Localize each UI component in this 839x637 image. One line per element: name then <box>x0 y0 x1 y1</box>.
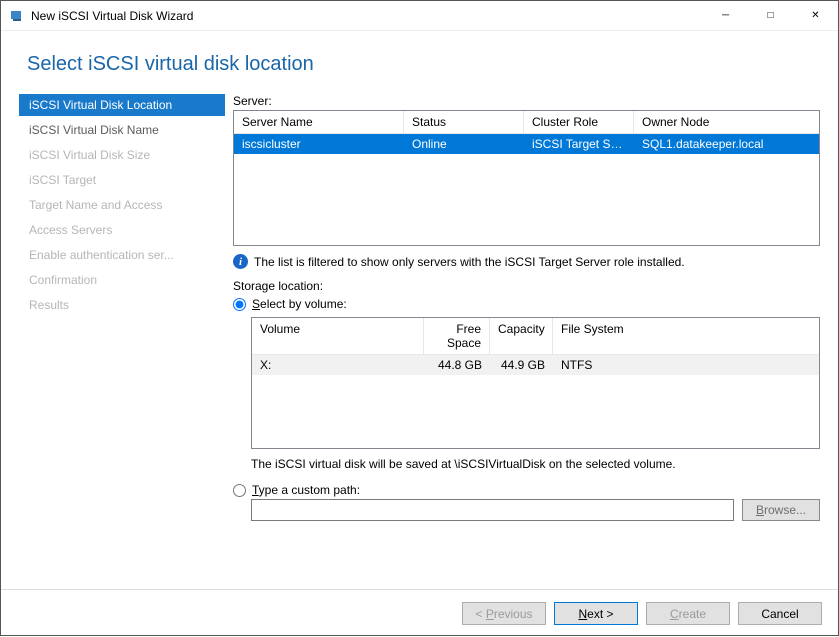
volume-table-header: Volume Free Space Capacity File System <box>252 318 819 355</box>
window-title: New iSCSI Virtual Disk Wizard <box>31 9 703 23</box>
save-path-note: The iSCSI virtual disk will be saved at … <box>251 457 820 471</box>
previous-button: < Previous <box>462 602 546 625</box>
nav-step-confirm: Confirmation <box>19 269 225 291</box>
col-cluster-role[interactable]: Cluster Role <box>524 111 634 133</box>
server-table[interactable]: Server Name Status Cluster Role Owner No… <box>233 110 820 246</box>
col-filesystem[interactable]: File System <box>553 318 819 354</box>
minimize-button[interactable]: ─ <box>703 1 748 30</box>
nav-step-target: iSCSI Target <box>19 169 225 191</box>
page-title: Select iSCSI virtual disk location <box>1 31 838 84</box>
col-freespace[interactable]: Free Space <box>424 318 490 354</box>
window-controls: ─ □ ✕ <box>703 1 838 30</box>
col-volume[interactable]: Volume <box>252 318 424 354</box>
cell-freespace: 44.8 GB <box>424 355 490 375</box>
volume-row[interactable]: X: 44.8 GB 44.9 GB NTFS <box>252 355 819 375</box>
cell-owner-node: SQL1.datakeeper.local <box>634 134 819 154</box>
radio-custom-path-label: Type a custom path: <box>252 483 360 497</box>
radio-select-by-volume-label: Select by volume: <box>252 297 347 311</box>
info-icon: i <box>233 254 248 269</box>
close-button[interactable]: ✕ <box>793 1 838 30</box>
cell-filesystem: NTFS <box>553 355 819 375</box>
wizard-nav: iSCSI Virtual Disk Location iSCSI Virtua… <box>19 94 225 589</box>
wizard-footer: < Previous Next > Create Cancel <box>1 589 838 637</box>
storage-location-label: Storage location: <box>233 279 820 293</box>
browse-button[interactable]: Browse... <box>742 499 820 521</box>
nav-step-location[interactable]: iSCSI Virtual Disk Location <box>19 94 225 116</box>
radio-custom-path[interactable]: Type a custom path: <box>233 483 820 497</box>
nav-step-targetname: Target Name and Access <box>19 194 225 216</box>
col-owner-node[interactable]: Owner Node <box>634 111 819 133</box>
custom-path-input[interactable] <box>251 499 734 521</box>
col-capacity[interactable]: Capacity <box>490 318 553 354</box>
nav-step-name[interactable]: iSCSI Virtual Disk Name <box>19 119 225 141</box>
create-button: Create <box>646 602 730 625</box>
next-button[interactable]: Next > <box>554 602 638 625</box>
nav-step-size: iSCSI Virtual Disk Size <box>19 144 225 166</box>
radio-select-by-volume[interactable]: Select by volume: <box>233 297 820 311</box>
nav-step-auth: Enable authentication ser... <box>19 244 225 266</box>
col-status[interactable]: Status <box>404 111 524 133</box>
cell-capacity: 44.9 GB <box>490 355 553 375</box>
cell-status: Online <box>404 134 524 154</box>
info-line: i The list is filtered to show only serv… <box>233 254 820 269</box>
col-server-name[interactable]: Server Name <box>234 111 404 133</box>
cell-server-name: iscsicluster <box>234 134 404 154</box>
nav-step-results: Results <box>19 294 225 316</box>
nav-step-access: Access Servers <box>19 219 225 241</box>
maximize-button[interactable]: □ <box>748 1 793 30</box>
server-row[interactable]: iscsicluster Online iSCSI Target Se... S… <box>234 134 819 154</box>
cancel-button[interactable]: Cancel <box>738 602 822 625</box>
server-table-header: Server Name Status Cluster Role Owner No… <box>234 111 819 134</box>
radio-custom-path-input[interactable] <box>233 484 246 497</box>
server-label: Server: <box>233 94 820 108</box>
cell-cluster-role: iSCSI Target Se... <box>524 134 634 154</box>
app-icon <box>9 8 25 24</box>
volume-table[interactable]: Volume Free Space Capacity File System X… <box>251 317 820 449</box>
radio-select-by-volume-input[interactable] <box>233 298 246 311</box>
titlebar: New iSCSI Virtual Disk Wizard ─ □ ✕ <box>1 1 838 31</box>
cell-volume: X: <box>252 355 424 375</box>
info-text: The list is filtered to show only server… <box>254 255 685 269</box>
